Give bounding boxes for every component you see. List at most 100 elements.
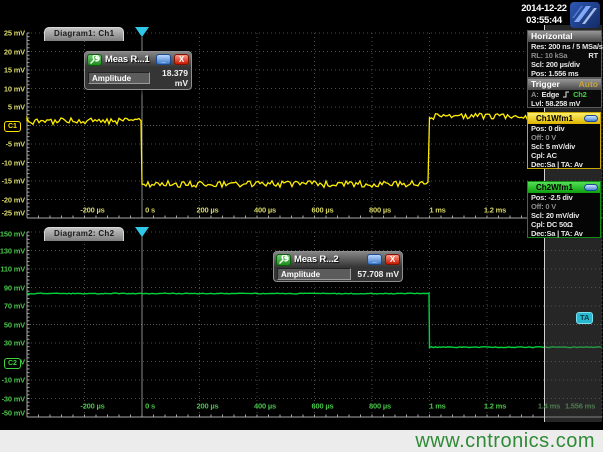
trigger-settings-box[interactable]: Trigger Auto A: Edge Ch2 Lvl: 58.258 mV [527,78,602,108]
ch1-waveform-panel[interactable]: Ch1Wfm1 Pos: 0 div Off: 0 V Scl: 5 mV/di… [527,112,601,169]
d2-x-axis-label: 0 s [145,402,155,411]
d2-y-axis-label: -10 mV [2,376,25,385]
ch2-panel-title: Ch2Wfm1 [536,183,573,192]
meas1-body: Amplitude 18.379 mV [85,67,191,89]
meas1-param-field[interactable]: Amplitude [88,72,150,84]
d1-y-axis-label: -15 mV [2,177,25,186]
ch1-coupling: Cpl: AC [531,151,557,160]
ch1-offset: Off: 0 V [531,133,556,142]
meas-result-popup-2[interactable]: Meas R...2 _ X Amplitude 57.708 mV [273,251,403,282]
d1-x-axis-label: -200 µs [80,206,104,215]
meas1-title: Meas R...1 [105,54,153,65]
d1-x-axis-label: 400 µs [254,206,276,215]
d2-x-axis-label: 400 µs [254,402,276,411]
d1-x-axis-label: 800 µs [369,206,391,215]
d1-y-axis-label: 10 mV [4,84,25,93]
channel1-offset-marker[interactable]: C1 [4,121,21,132]
meas1-close-button[interactable]: X [174,54,189,65]
ch1-position: Pos: 0 div [531,124,564,133]
rohde-schwarz-logo-icon [570,2,600,28]
watermark-bar: www.cntronics.com [0,430,603,452]
ch2-position: Pos: -2.5 div [531,193,573,202]
meas2-param-field[interactable]: Amplitude [277,268,351,280]
date-text: 2014-12-22 [519,3,569,15]
horizontal-position: Pos: 1.556 ms [531,69,578,78]
ch2-waveform-panel[interactable]: Ch2Wfm1 Pos: -2.5 div Off: 0 V Scl: 20 m… [527,181,601,238]
meas2-body: Amplitude 57.708 mV [274,267,402,281]
measurement-settings-icon[interactable] [276,254,291,266]
tab-diagram2[interactable]: Diagram2: Ch2 [44,227,124,241]
d2-y-axis-label: -50 mV [2,409,25,418]
ch2-panel-minimize-button[interactable] [584,184,598,191]
d2-y-axis-label: 110 mV [0,265,25,274]
meas1-minimize-button[interactable]: _ [156,54,171,65]
d1-y-axis-label: -20 mV [2,195,25,204]
d2-y-axis-label: 150 mV [0,230,25,239]
ch1-decimation: Dec:Sa | TA: Av [531,160,583,169]
d2-x-axis-label: 200 µs [197,402,219,411]
d2-x-axis-label-dim: 1.556 ms [565,402,595,411]
horizontal-scale: Scl: 200 µs/div [531,60,580,69]
ch1-scale: Scl: 5 mV/div [531,142,575,151]
trigger-position-marker-diagram1[interactable] [135,27,149,37]
ch2-offset: Off: 0 V [531,202,556,211]
d1-y-axis-label: 5 mV [8,103,25,112]
ch2-scale: Scl: 20 mV/div [531,211,579,220]
d2-x-axis-label: -200 µs [80,402,104,411]
meas2-title: Meas R...2 [294,254,364,265]
d2-y-axis-label: 50 mV [4,320,25,329]
d1-y-axis-label: 15 mV [4,66,25,75]
d2-x-axis-label: 600 µs [312,402,334,411]
d1-x-axis-label: 200 µs [197,206,219,215]
d2-x-axis-label-dim: 1.4 ms [538,402,560,411]
time-text: 03:55:44 [519,15,569,27]
oscilloscope-screen: Diagram1: Ch1 Diagram2: Ch2 C1 C2 TA Mea… [0,0,603,452]
d2-y-axis-label: 30 mV [4,339,25,348]
d1-x-axis-label: 0 s [145,206,155,215]
d2-y-axis-label: 70 mV [4,302,25,311]
channel2-offset-marker[interactable]: C2 [4,358,21,369]
d1-y-axis-label: 20 mV [4,47,25,56]
d2-y-axis-label: -30 mV [2,394,25,403]
trace-ch1 [27,113,544,187]
d1-y-axis-label: -5 mV [6,140,25,149]
d1-y-axis-label: 25 mV [4,29,25,38]
trigger-source: Ch2 [573,90,587,99]
d1-x-axis-label: 1 ms [429,206,445,215]
tab-diagram1[interactable]: Diagram1: Ch1 [44,27,124,41]
meas1-value: 18.379 mV [154,68,188,88]
d1-y-axis-label: -25 mV [2,209,25,218]
ch2-coupling: Cpl: DC 50Ω [531,220,573,229]
trigger-mode: Auto [579,79,598,90]
trigger-level-badge[interactable]: TA [576,312,593,324]
d1-y-axis-label: -10 mV [2,158,25,167]
d2-x-axis-label: 800 µs [369,402,391,411]
ch1-panel-minimize-button[interactable] [584,115,598,122]
trigger-title: Trigger [531,79,560,90]
meas2-minimize-button[interactable]: _ [367,254,382,265]
d1-x-axis-label: 1.2 ms [484,206,506,215]
edge-slope-icon [562,90,570,100]
trigger-position-marker-diagram2[interactable] [135,227,149,237]
trigger-level: Lvl: 58.258 mV [531,99,580,108]
meas1-titlebar[interactable]: Meas R...1 _ X [85,52,191,67]
meas2-close-button[interactable]: X [385,254,400,265]
ch1-panel-title: Ch1Wfm1 [536,114,573,123]
ch2-decimation: Dec:Sa | TA: Av [531,229,583,238]
d2-y-axis-label: 90 mV [4,283,25,292]
datetime-display: 2014-12-22 03:55:44 [519,3,569,27]
watermark-text: www.cntronics.com [415,430,595,452]
d2-y-axis-label: 130 mV [0,246,25,255]
meas2-value: 57.708 mV [355,269,399,279]
measurement-settings-icon[interactable] [87,54,102,66]
horizontal-title: Horizontal [531,31,573,42]
horizontal-record-length: RL: 10 kSa [531,51,567,60]
trigger-a-label: A: [531,90,539,99]
horizontal-settings-box[interactable]: Horizontal Res: 200 ns / 5 MSa/s RL: 10 … [527,30,602,78]
trigger-type: Edge [542,90,560,99]
d2-x-axis-label: 1.2 ms [484,402,506,411]
meas-result-popup-1[interactable]: Meas R...1 _ X Amplitude 18.379 mV [84,51,192,90]
meas2-titlebar[interactable]: Meas R...2 _ X [274,252,402,267]
realtime-indicator: RT [588,51,598,60]
horizontal-resolution: Res: 200 ns / 5 MSa/s [531,42,603,51]
